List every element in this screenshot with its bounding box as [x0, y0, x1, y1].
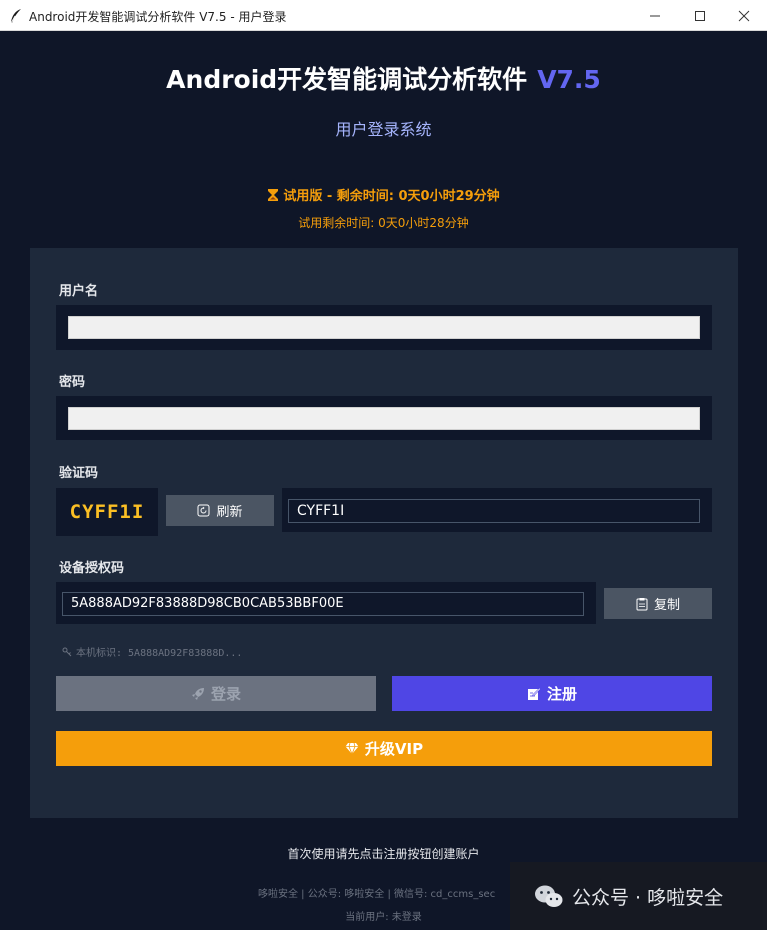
vip-label: 升级VIP: [364, 740, 424, 758]
login-button[interactable]: 登录: [56, 676, 376, 711]
app-version: V7.5: [537, 65, 601, 94]
maximize-button[interactable]: [677, 0, 723, 31]
diamond-icon: [345, 742, 359, 755]
trial-status: 试用版 - 剩余时间: 0天0小时29分钟: [0, 185, 767, 204]
rocket-icon: [191, 687, 205, 701]
copy-label: 复制: [653, 598, 680, 613]
feather-icon: [9, 8, 23, 24]
machine-id: 本机标识: 5A888AD92F83888D...: [62, 644, 242, 659]
window-title: Android开发智能调试分析软件 V7.5 - 用户登录: [29, 10, 287, 24]
refresh-icon: [197, 504, 210, 517]
login-label: 登录: [210, 685, 241, 703]
wechat-icon: [535, 885, 563, 907]
watermark: 公众号 · 哆啦安全: [510, 862, 767, 930]
app-title: Android开发智能调试分析软件 V7.5: [0, 60, 767, 96]
app-name: Android开发智能调试分析软件: [166, 65, 528, 94]
maximize-icon: [695, 10, 705, 21]
register-button[interactable]: 注册: [392, 676, 712, 711]
hourglass-icon: [268, 189, 279, 201]
window-titlebar: Android开发智能调试分析软件 V7.5 - 用户登录: [0, 0, 767, 31]
close-icon: [738, 10, 750, 21]
password-input[interactable]: [68, 407, 700, 430]
trial-status-text: 试用版 - 剩余时间: 0天0小时29分钟: [283, 189, 500, 204]
refresh-captcha-button[interactable]: 刷新: [166, 495, 274, 526]
key-icon: [62, 647, 72, 657]
trial-remaining: 试用剩余时间: 0天0小时28分钟: [298, 216, 469, 230]
captcha-image[interactable]: CYFF1I: [56, 488, 158, 536]
captcha-input[interactable]: CYFF1I: [288, 499, 700, 523]
watermark-text: 公众号 · 哆啦安全: [572, 886, 724, 909]
register-label: 注册: [546, 685, 577, 703]
device-code-input[interactable]: 5A888AD92F83888D98CB0CAB53BBF00E: [62, 592, 584, 616]
app-subtitle: 用户登录系统: [335, 120, 432, 139]
close-button[interactable]: [721, 0, 767, 31]
device-code-label: 设备授权码: [59, 561, 125, 576]
footer-info: 哆啦安全 | 公众号: 哆啦安全 | 微信号: cd_ccms_sec: [258, 889, 496, 900]
minimize-icon: [650, 15, 660, 16]
first-use-hint: 首次使用请先点击注册按钮创建账户: [287, 847, 480, 861]
upgrade-vip-button[interactable]: 升级VIP: [56, 731, 712, 766]
minimize-button[interactable]: [632, 0, 678, 31]
captcha-label: 验证码: [59, 466, 99, 481]
refresh-label: 刷新: [216, 505, 243, 520]
copy-button[interactable]: 复制: [604, 588, 712, 619]
edit-icon: [527, 687, 541, 701]
clipboard-icon: [636, 597, 648, 611]
machine-id-text: 本机标识: 5A888AD92F83888D...: [76, 648, 243, 659]
username-input[interactable]: [68, 316, 700, 339]
password-label: 密码: [59, 375, 86, 390]
username-label: 用户名: [59, 284, 99, 299]
